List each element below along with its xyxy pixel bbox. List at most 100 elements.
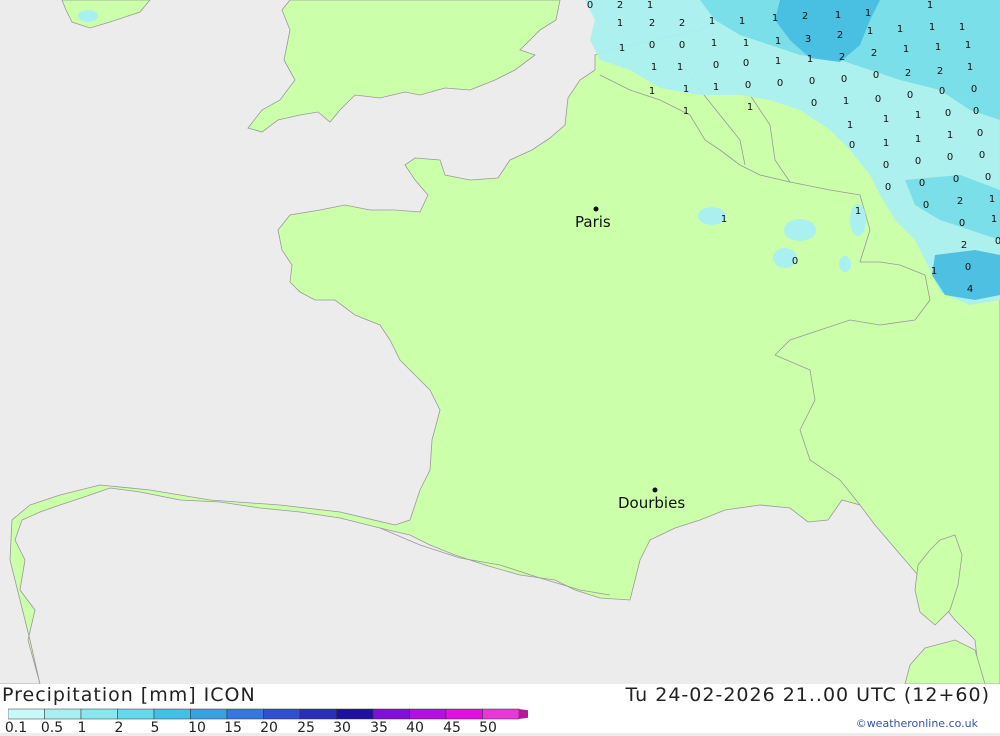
precip-value: 1: [683, 84, 689, 95]
precip-value: 0: [679, 40, 685, 51]
precip-value: 0: [811, 98, 817, 109]
legend-tick-label: 30: [333, 720, 351, 736]
precip-value: 1: [647, 0, 653, 11]
precip-value: 1: [931, 266, 937, 277]
legend-tick-label: 1: [77, 720, 87, 736]
precip-value: 1: [807, 54, 813, 65]
precip-value: 3: [805, 34, 811, 45]
legend-swatch: [190, 708, 228, 720]
precip-value: 0: [953, 174, 959, 185]
legend-tick-label: 5: [150, 720, 160, 736]
precip-value: 1: [835, 10, 841, 21]
precip-value: 2: [961, 240, 967, 251]
precip-value: 1: [915, 134, 921, 145]
precip-value: 0: [587, 0, 593, 11]
precip-value: 1: [935, 42, 941, 53]
legend-swatch: [482, 708, 520, 720]
precip-value: 1: [897, 24, 903, 35]
legend-tick-label: 20: [260, 720, 278, 736]
precip-value: 1: [929, 22, 935, 33]
precip-value: 1: [651, 62, 657, 73]
map-title: Precipitation [mm] ICON: [2, 684, 256, 706]
precip-value: 0: [841, 74, 847, 85]
precip-spot-2: [784, 219, 816, 241]
legend-tick-label: 50: [479, 720, 497, 736]
precip-value: 2: [905, 68, 911, 79]
legend-swatch: [336, 708, 374, 720]
precip-value: 0: [995, 236, 1000, 247]
precip-value: 2: [802, 11, 808, 22]
precip-value: 1: [883, 114, 889, 125]
precip-value: 1: [709, 16, 715, 27]
weather-map: 2112111221101100111321111110011221111110…: [0, 0, 1000, 685]
precip-value: 1: [747, 102, 753, 113]
precip-value: 1: [915, 110, 921, 121]
precip-value: 0: [809, 76, 815, 87]
legend-tick-label: 35: [370, 720, 388, 736]
legend-swatch: [8, 708, 45, 720]
city-label: Paris: [575, 213, 611, 231]
legend-arrow: [519, 709, 528, 719]
precip-value: 0: [971, 84, 977, 95]
precip-value: 0: [939, 86, 945, 97]
legend-tick-label: 45: [443, 720, 461, 736]
precip-value: 0: [977, 128, 983, 139]
precip-value: 0: [979, 150, 985, 161]
precip-value: 2: [649, 18, 655, 29]
legend-tick-label: 25: [297, 720, 315, 736]
legend-tick-label: 15: [224, 720, 242, 736]
legend-swatch: [409, 708, 447, 720]
precip-value: 0: [947, 152, 953, 163]
precip-value: 0: [745, 80, 751, 91]
legend-swatch: [299, 708, 337, 720]
legend-tick-label: 0.5: [40, 720, 64, 736]
precip-value: 0: [743, 58, 749, 69]
precip-value: 2: [839, 52, 845, 63]
precip-value: 1: [619, 43, 625, 54]
precip-value: 1: [947, 130, 953, 141]
precip-value: 1: [967, 62, 973, 73]
precip-value: 0: [777, 78, 783, 89]
precip-value: 0: [792, 256, 798, 267]
legend-swatch: [44, 708, 82, 720]
precip-value: 1: [965, 40, 971, 51]
precip-value: 1: [617, 18, 623, 29]
precip-value: 2: [837, 30, 843, 41]
precip-value: 1: [721, 214, 727, 225]
precip-value: 2: [871, 48, 877, 59]
legend-swatch: [226, 708, 264, 720]
precip-value: 1: [649, 86, 655, 97]
city-marker: [593, 206, 599, 212]
precip-value: 1: [959, 22, 965, 33]
legend-swatch: [153, 708, 191, 720]
precip-value: 0: [907, 90, 913, 101]
precip-value: 1: [711, 38, 717, 49]
precip-value: 1: [883, 138, 889, 149]
precip-value: 1: [739, 16, 745, 27]
precip-value: 1: [713, 82, 719, 93]
precip-value: 1: [989, 194, 995, 205]
precip-spot-6: [78, 10, 98, 22]
precip-value: 1: [683, 106, 689, 117]
legend-tick-label: 40: [406, 720, 424, 736]
precip-value: 1: [903, 44, 909, 55]
map-datetime: Tu 24-02-2026 21..00 UTC (12+60): [625, 684, 990, 706]
precip-value: 0: [965, 262, 971, 273]
map-svg: 2 11 2 1 11 2 2 1 10 11 0 0 1 1 1 3 2 1 1 1 111 0 0 1 1 2 2 1 1 11 1 1 0…: [0, 0, 1000, 685]
precip-value: 0: [873, 70, 879, 81]
precip-value: 0: [919, 178, 925, 189]
legend-tick-label: 0.1: [4, 720, 28, 736]
precip-value: 1: [927, 0, 933, 11]
legend-swatch: [372, 708, 410, 720]
precip-value: 0: [649, 40, 655, 51]
precip-value: 0: [973, 106, 979, 117]
precip-value: 0: [959, 218, 965, 229]
legend-swatch: [263, 708, 301, 720]
precip-value: 2: [937, 66, 943, 77]
city-label: Dourbies: [618, 494, 685, 512]
precip-value: 1: [867, 26, 873, 37]
credit-link[interactable]: ©weatheronline.co.uk: [856, 717, 978, 730]
precip-value: 1: [847, 120, 853, 131]
precip-value: 0: [875, 94, 881, 105]
city-marker: [652, 487, 658, 493]
